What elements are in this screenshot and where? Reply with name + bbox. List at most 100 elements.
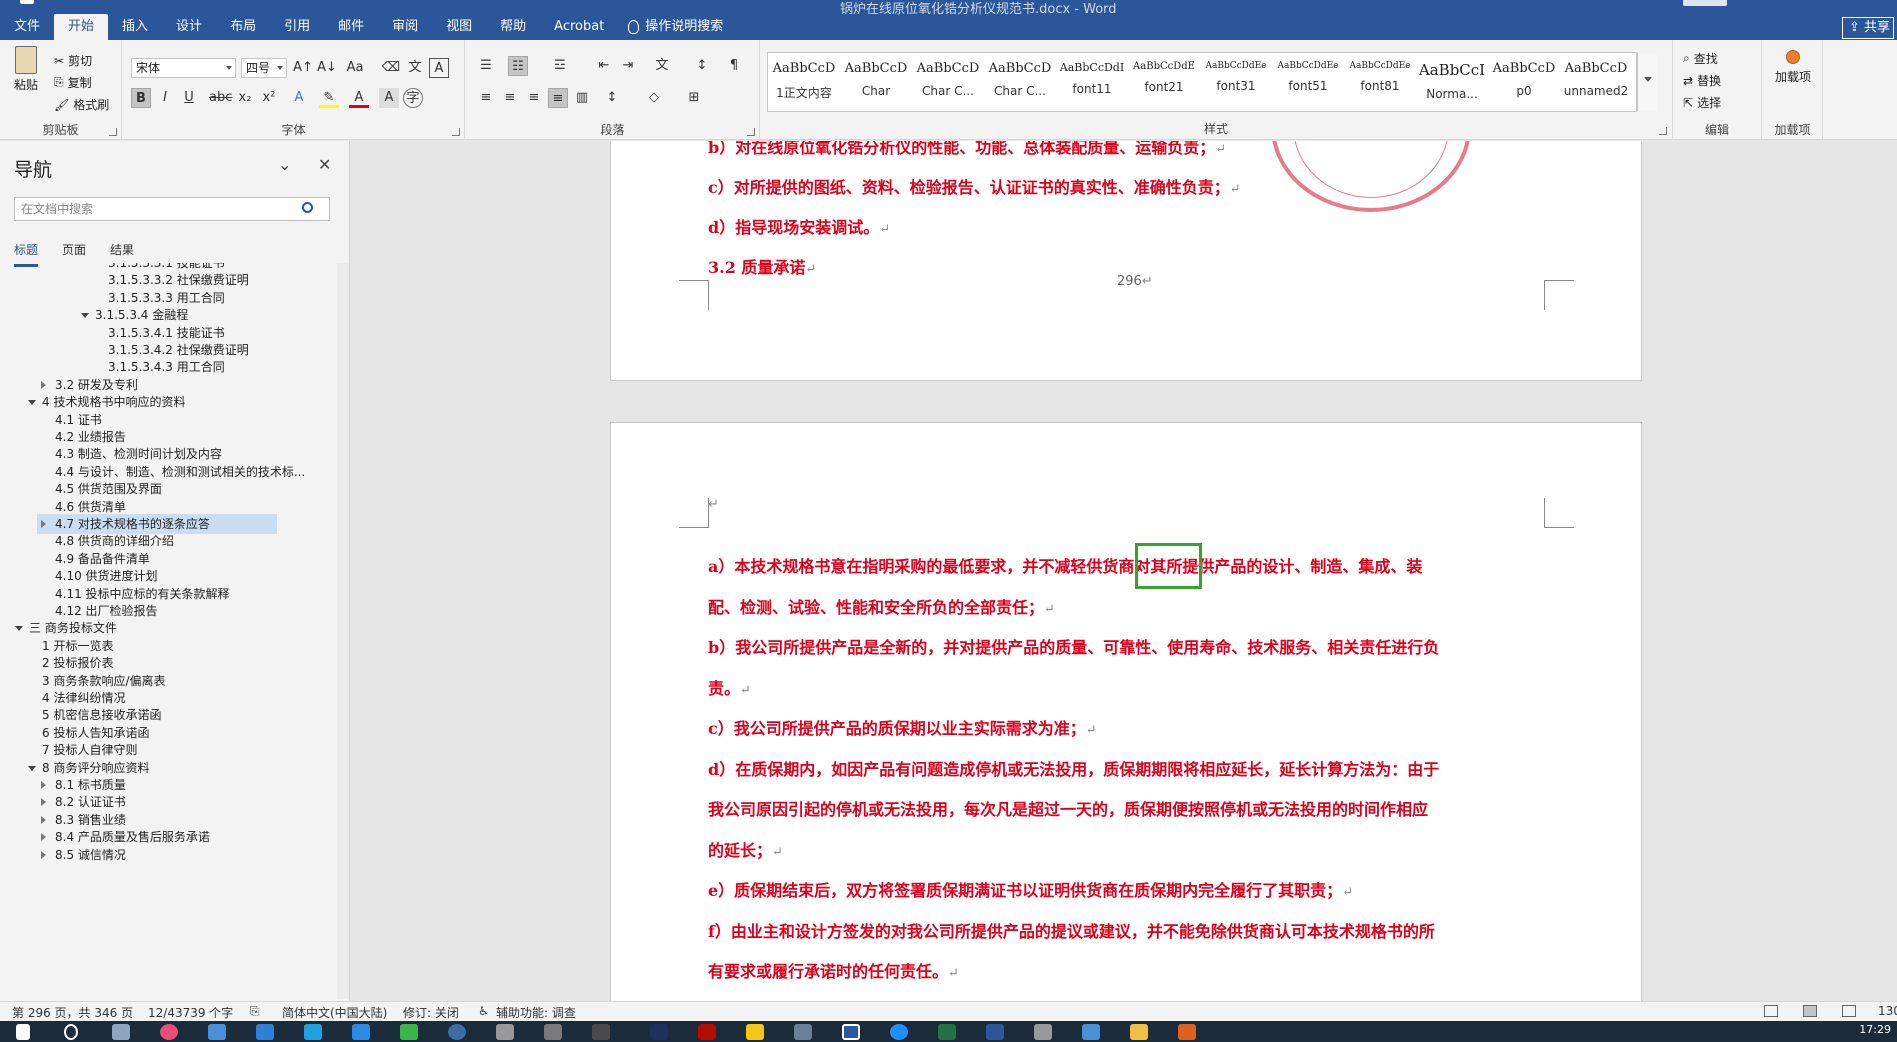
change-case-button[interactable]: Aa — [345, 58, 365, 78]
justify-button[interactable]: ≡ — [548, 88, 568, 108]
multilevel-list-button[interactable]: ☲ — [550, 56, 570, 76]
app-icon[interactable] — [890, 1024, 908, 1040]
font-size-combo[interactable]: 四号 — [241, 58, 287, 78]
accessibility-icon[interactable]: ♿ — [478, 1004, 489, 1018]
increase-indent-button[interactable]: ⇥ — [618, 56, 638, 76]
expand-arrow-icon[interactable] — [41, 380, 46, 389]
style-item[interactable]: AaBbCcD 1正文内容 — [768, 53, 840, 111]
shading-button[interactable]: ◇ — [644, 88, 664, 108]
app-icon[interactable] — [400, 1024, 418, 1040]
style-item[interactable]: AaBbCcD unnamed2 — [1560, 53, 1632, 111]
expand-arrow-icon[interactable] — [41, 815, 46, 824]
style-item[interactable]: AaBbCcD Char — [840, 53, 912, 111]
phonetic-guide-button[interactable]: 文 — [405, 58, 425, 78]
acrobat-icon[interactable] — [698, 1024, 716, 1040]
align-center-button[interactable]: ≡ — [500, 88, 520, 108]
sort-button[interactable]: ↕ — [692, 56, 712, 76]
underline-button[interactable]: U — [179, 88, 199, 108]
align-right-button[interactable]: ≡ — [524, 88, 544, 108]
clipboard-launcher[interactable] — [109, 128, 117, 136]
document-area[interactable]: b）对在线原位氧化锆分析仪的性能、功能、总体装配质量、运输负责；↵ c）对所提供… — [351, 141, 1897, 1001]
tab-mailings[interactable]: 邮件 — [324, 14, 378, 40]
app-icon[interactable] — [208, 1024, 226, 1040]
find-button[interactable]: ⌕ 查找 — [1683, 50, 1718, 67]
tab-acrobat[interactable]: Acrobat — [540, 14, 618, 40]
style-item[interactable]: AaBbCcD Char C... — [912, 53, 984, 111]
numbering-button[interactable]: ☷ — [508, 56, 528, 76]
expand-arrow-icon[interactable] — [41, 781, 46, 789]
language[interactable]: 简体中文(中国大陆) — [282, 1004, 387, 1021]
read-mode-button[interactable] — [1764, 1005, 1778, 1017]
borders-button[interactable]: ⊞ — [684, 88, 704, 108]
print-layout-button[interactable] — [1803, 1005, 1817, 1017]
char-border-button[interactable]: A — [429, 58, 449, 78]
search-icon[interactable] — [64, 1024, 78, 1040]
paragraph-launcher[interactable] — [747, 128, 755, 136]
tab-view[interactable]: 视图 — [432, 14, 486, 40]
app-icon[interactable] — [1082, 1024, 1100, 1040]
nav-heading-item[interactable]: 8.5 诚信情况 — [37, 845, 277, 865]
app-icon[interactable] — [544, 1024, 562, 1040]
addins-button[interactable]: 加载项 — [1775, 50, 1811, 85]
excel-icon[interactable] — [938, 1024, 956, 1040]
char-shading-button[interactable]: A — [379, 88, 399, 108]
style-item[interactable]: AaBbCcI Norma... — [1416, 53, 1488, 111]
app-icon[interactable] — [256, 1024, 274, 1040]
copy-button[interactable]: ⎘ 复制 — [54, 74, 92, 91]
enclose-char-button[interactable]: 字 — [403, 88, 423, 108]
text-effects-button[interactable]: A — [289, 88, 309, 108]
replace-button[interactable]: ⇄ 替换 — [1683, 72, 1721, 89]
format-painter-button[interactable]: 🖌 格式刷 — [54, 96, 109, 113]
expand-arrow-icon[interactable] — [41, 833, 46, 842]
italic-button[interactable]: I — [155, 88, 175, 108]
style-item[interactable]: AaBbCcDdEe font31 — [1200, 53, 1272, 111]
decrease-indent-button[interactable]: ⇤ — [594, 56, 614, 76]
tab-layout[interactable]: 布局 — [216, 14, 270, 40]
paste-button[interactable]: 粘贴 — [14, 46, 38, 93]
app-icon[interactable] — [592, 1024, 610, 1040]
tell-me-search[interactable]: 操作说明搜索 — [618, 14, 737, 40]
taskbar-clock[interactable]: 17:29 — [1859, 1023, 1891, 1036]
styles-more-button[interactable] — [1637, 53, 1657, 111]
sign-in-button[interactable] — [1683, 0, 1727, 6]
close-icon[interactable]: ✕ — [318, 155, 331, 174]
browser-icon[interactable] — [160, 1024, 178, 1040]
app-icon[interactable] — [842, 1024, 860, 1040]
collapse-arrow-icon[interactable] — [81, 313, 89, 319]
select-button[interactable]: ⇱ 选择 — [1683, 94, 1721, 111]
nav-scrollbar[interactable] — [337, 263, 349, 999]
tab-help[interactable]: 帮助 — [486, 14, 540, 40]
tab-references[interactable]: 引用 — [270, 14, 324, 40]
app-icon[interactable] — [794, 1024, 812, 1040]
clear-format-button[interactable]: ⌫ — [381, 58, 401, 78]
app-icon[interactable] — [1178, 1024, 1196, 1040]
app-icon[interactable] — [496, 1024, 514, 1040]
save-icon[interactable] — [20, 0, 34, 4]
superscript-button[interactable]: x² — [259, 88, 279, 108]
bold-button[interactable]: B — [131, 88, 151, 108]
web-layout-button[interactable] — [1842, 1005, 1856, 1017]
styles-launcher[interactable] — [1659, 127, 1667, 135]
style-item[interactable]: AaBbCcD Char C... — [984, 53, 1056, 111]
qq-icon[interactable] — [746, 1024, 764, 1040]
page-count[interactable]: 第 296 页，共 346 页 — [12, 1004, 133, 1021]
folder-icon[interactable] — [1130, 1024, 1148, 1040]
app-icon[interactable] — [352, 1024, 370, 1040]
style-item[interactable]: AaBbCcDdEe font81 — [1344, 53, 1416, 111]
font-launcher[interactable] — [452, 128, 460, 136]
proofing-icon[interactable]: ⎘ — [250, 1004, 260, 1019]
expand-arrow-icon[interactable] — [41, 798, 46, 807]
align-left-button[interactable]: ≡ — [476, 88, 496, 108]
app-icon[interactable] — [448, 1024, 466, 1040]
app-icon[interactable] — [1034, 1024, 1052, 1040]
zoom-level[interactable]: 130 — [1878, 1004, 1897, 1018]
style-item[interactable]: AaBbCcDdI font11 — [1056, 53, 1128, 111]
nav-search-input[interactable]: 在文档中搜索 — [14, 197, 330, 221]
expand-arrow-icon[interactable] — [41, 850, 46, 859]
tab-review[interactable]: 审阅 — [378, 14, 432, 40]
chevron-down-icon[interactable]: ⌄ — [278, 155, 291, 174]
cut-button[interactable]: ✂ 剪切 — [54, 52, 92, 69]
bullets-button[interactable]: ☰ — [476, 56, 496, 76]
track-changes-status[interactable]: 修订: 关闭 — [403, 1004, 459, 1021]
font-name-combo[interactable]: 宋体 — [131, 58, 236, 78]
